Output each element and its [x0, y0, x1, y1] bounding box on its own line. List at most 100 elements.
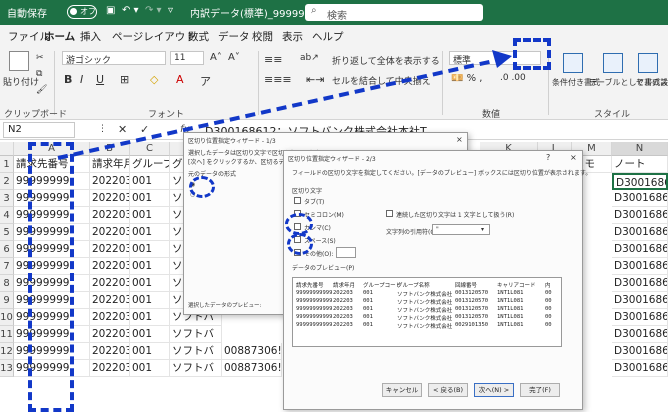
row-header[interactable]: 9	[0, 292, 14, 309]
align-top-icon[interactable]: ≡≡	[264, 53, 282, 66]
cell-c[interactable]: 001	[130, 258, 170, 275]
font-color-icon[interactable]: A	[176, 73, 184, 86]
column-header-n[interactable]: N	[612, 142, 668, 156]
customize-qat-icon[interactable]: ▿	[168, 5, 173, 16]
tab-checkbox[interactable]	[294, 197, 301, 204]
row-header[interactable]: 12	[0, 343, 14, 360]
row-header[interactable]: 1	[0, 156, 14, 173]
format-painter-icon[interactable]: 🖌	[36, 85, 47, 95]
cell-b[interactable]: 202203	[90, 309, 130, 326]
save-icon[interactable]: ▣	[106, 5, 115, 16]
cell-b[interactable]: 202203	[90, 224, 130, 241]
cell-b[interactable]: 202203	[90, 292, 130, 309]
back-button[interactable]: < 戻る(B)	[428, 383, 468, 397]
finish-button[interactable]: 完了(F)	[520, 383, 560, 397]
cell-b[interactable]: 202203	[90, 241, 130, 258]
cell-n[interactable]: D30016861	[612, 326, 668, 343]
fill-color-icon[interactable]: ◇	[150, 73, 158, 86]
row-header[interactable]: 2	[0, 173, 14, 190]
format-as-table-icon[interactable]	[603, 53, 623, 73]
tab-view[interactable]: 表示	[282, 29, 303, 44]
cell-styles-icon[interactable]	[638, 53, 658, 73]
wrap-text-button[interactable]: 折り返して全体を表示する	[332, 54, 440, 67]
name-box[interactable]: N2	[3, 122, 75, 138]
cell-c[interactable]: 001	[130, 343, 170, 360]
decimal-icon[interactable]: .0 .00	[500, 73, 526, 83]
cell-n[interactable]: D30016861	[612, 343, 668, 360]
cell-styles-label[interactable]: セルのスタイル	[636, 77, 668, 88]
cell-b[interactable]: 202203	[90, 326, 130, 343]
row-header[interactable]: 4	[0, 207, 14, 224]
undo-icon[interactable]: ↶ ▾	[122, 5, 139, 16]
header-cell-n[interactable]: ノート	[612, 156, 668, 173]
cell-b[interactable]: 202203	[90, 207, 130, 224]
row-header[interactable]: 11	[0, 326, 14, 343]
cell-e[interactable]: 00887306!1NT	[222, 360, 282, 377]
row-header[interactable]: 7	[0, 258, 14, 275]
data-preview-box[interactable]: 請求先番号 請求年月 グループコード グループ名称 回線番号 キャリアコード 内 99999…	[292, 277, 562, 347]
namebox-dropdown-icon[interactable]: ⋮	[98, 124, 107, 134]
tab-insert[interactable]: 挿入	[80, 29, 101, 44]
row-header[interactable]: 8	[0, 275, 14, 292]
tab-review[interactable]: 校閲	[252, 29, 273, 44]
indent-icon[interactable]: ⇤⇥	[306, 73, 324, 86]
search-box[interactable]: ⌕ 検索	[305, 4, 483, 22]
paste-icon[interactable]	[9, 51, 29, 71]
conditional-format-icon[interactable]	[563, 53, 583, 73]
select-all[interactable]	[0, 142, 14, 156]
column-header-c[interactable]: C	[130, 142, 170, 156]
cell-c[interactable]: 001	[130, 292, 170, 309]
text-qualifier-select[interactable]: " ▾	[432, 224, 490, 235]
cell-n[interactable]: D30016861	[612, 292, 668, 309]
border-icon[interactable]: ⊞	[120, 73, 129, 86]
row-header[interactable]: 6	[0, 241, 14, 258]
cell-b[interactable]: 202203	[90, 173, 130, 190]
help-icon[interactable]: ?	[546, 153, 550, 162]
next-button[interactable]: 次へ(N) >	[474, 383, 514, 397]
cell-c[interactable]: 001	[130, 190, 170, 207]
cell-n[interactable]: D30016861	[612, 241, 668, 258]
cell-n[interactable]: D30016861	[612, 360, 668, 377]
font-name-select[interactable]: 游ゴシック	[62, 51, 166, 66]
tab-help[interactable]: ヘルプ	[312, 29, 344, 44]
grow-font-icon[interactable]: A˄	[210, 52, 222, 63]
cell-c[interactable]: 001	[130, 241, 170, 258]
wizard2-close-icon[interactable]: ×	[570, 153, 577, 162]
cell-c[interactable]: 001	[130, 224, 170, 241]
row-header[interactable]: 13	[0, 360, 14, 377]
header-cell-b[interactable]: 請求年月	[90, 156, 130, 173]
cell-b[interactable]: 202203	[90, 190, 130, 207]
align-left-icon[interactable]: ≡≡≡	[264, 73, 292, 86]
underline-icon[interactable]: U	[96, 73, 104, 86]
cell-n[interactable]: D30016861	[612, 173, 668, 190]
cell-n[interactable]: D30016861	[612, 190, 668, 207]
column-header-b[interactable]: B	[90, 142, 130, 156]
consecutive-checkbox[interactable]	[386, 210, 393, 217]
phonetic-icon[interactable]: ア	[200, 73, 211, 89]
cell-n[interactable]: D30016861	[612, 224, 668, 241]
tab-formulas[interactable]: 数式	[188, 29, 209, 44]
cancel-button[interactable]: キャンセル	[382, 383, 422, 397]
cell-b[interactable]: 202203	[90, 343, 130, 360]
tab-page-layout[interactable]: ページレイアウト	[112, 29, 196, 44]
cell-n[interactable]: D30016861	[612, 275, 668, 292]
cell-e[interactable]: 00887306!1NT	[222, 343, 282, 360]
cell-d[interactable]: ソフトバ	[170, 326, 222, 343]
paste-label[interactable]: 貼り付け	[3, 75, 39, 88]
cell-b[interactable]: 202203	[90, 275, 130, 292]
cell-c[interactable]: 001	[130, 173, 170, 190]
confirm-entry-icon[interactable]: ✓	[140, 123, 149, 136]
redo-icon[interactable]: ↷ ▾	[145, 5, 162, 16]
bold-icon[interactable]: B	[64, 73, 72, 86]
cell-c[interactable]: 001	[130, 275, 170, 292]
cell-b[interactable]: 202203	[90, 258, 130, 275]
cell-c[interactable]: 001	[130, 309, 170, 326]
currency-icon[interactable]: 💴 % ,	[451, 73, 483, 84]
cell-d[interactable]: ソフトバ	[170, 343, 222, 360]
cell-c[interactable]: 001	[130, 207, 170, 224]
cancel-entry-icon[interactable]: ✕	[118, 123, 127, 136]
row-header[interactable]: 3	[0, 190, 14, 207]
header-cell-c[interactable]: グループ	[130, 156, 170, 173]
copy-icon[interactable]: ⧉	[36, 69, 42, 79]
cell-c[interactable]: 001	[130, 326, 170, 343]
